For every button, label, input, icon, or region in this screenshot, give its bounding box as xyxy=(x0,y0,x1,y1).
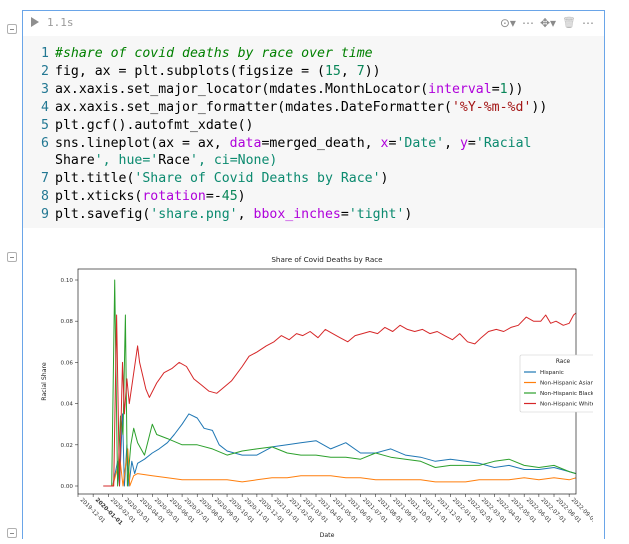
code-text: plt.savefig('share.png', bbox_inches='ti… xyxy=(55,207,413,223)
code-text: sns.lineplot(ax = ax, data=merged_death,… xyxy=(55,135,532,151)
y-tick-label: 0.00 xyxy=(61,484,74,490)
code-line: 1 #share of covid deaths by race over tim… xyxy=(23,45,373,63)
legend-label: Non-Hispanic Black xyxy=(540,391,593,397)
code-line: Share', hue='Race', ci=None) xyxy=(23,152,277,170)
legend-label: Hispanic xyxy=(540,370,564,376)
line-number: 6 xyxy=(41,135,49,151)
cell-toolbar: ⊙▾ ⋯ ✥▾ 🗑 ⋯ xyxy=(500,15,594,31)
fold-icon[interactable] xyxy=(7,528,17,538)
line-chart: Share of Covid Deaths by Race 0.00 0.02 0.0… xyxy=(41,255,607,539)
execution-time: 1.1s xyxy=(47,16,74,29)
cell-output: Share of Covid Deaths by Race 0.00 0.02 0.0… xyxy=(23,228,607,540)
code-line: 4 ax.xaxis.set_major_formatter(mdates.Dat… xyxy=(23,99,547,117)
code-line: 9 plt.savefig('share.png', bbox_inches='t… xyxy=(23,206,412,224)
series-line xyxy=(103,279,577,487)
code-line: 5 plt.gcf().autofmt_xdate() xyxy=(23,117,254,135)
series-line xyxy=(103,413,577,487)
code-line: 2 fig, ax = plt.subplots(figsize = (15, 7… xyxy=(23,63,381,81)
code-editor[interactable]: 1 #share of covid deaths by race over tim… xyxy=(23,36,604,229)
cell-gutter xyxy=(0,0,22,539)
code-line: 8 plt.xticks(rotation=-45) xyxy=(23,188,246,206)
y-tick-label: 0.02 xyxy=(61,443,73,449)
code-text: Share', hue='Race', ci=None) xyxy=(55,153,278,169)
line-number: 2 xyxy=(41,63,49,79)
code-line: 7 plt.title('Share of Covid Deaths by Rac… xyxy=(23,170,389,188)
code-text: fig, ax = plt.subplots(figsize = (15, 7)… xyxy=(55,63,381,79)
code-text: plt.xticks(rotation=-45) xyxy=(55,189,246,205)
fold-icon[interactable] xyxy=(7,252,17,262)
chart-title: Share of Covid Deaths by Race xyxy=(271,255,383,264)
legend-label: Non-Hispanic Asian xyxy=(540,381,593,387)
code-text: ax.xaxis.set_major_formatter(mdates.Date… xyxy=(55,99,548,115)
code-line: 3 ax.xaxis.set_major_locator(mdates.Month… xyxy=(23,81,524,99)
line-number: 8 xyxy=(41,189,49,205)
code-text: plt.gcf().autofmt_xdate() xyxy=(55,117,254,133)
line-number: 5 xyxy=(41,117,49,133)
eye-icon[interactable]: ⊙▾ xyxy=(500,15,516,31)
line-number: 1 xyxy=(41,46,49,61)
code-line: 6 sns.lineplot(ax = ax, data=merged_death… xyxy=(23,135,531,153)
legend-title: Race xyxy=(556,359,571,365)
line-number: 4 xyxy=(41,99,49,115)
puzzle-icon[interactable]: ✥▾ xyxy=(540,15,556,31)
line-number: 7 xyxy=(41,171,49,187)
y-axis-label: Racial Share xyxy=(41,362,48,401)
y-tick-label: 0.10 xyxy=(61,278,74,284)
x-axis-label: Date xyxy=(320,532,335,539)
line-number: 3 xyxy=(41,81,49,97)
more-horizontal-icon[interactable]: ⋯ xyxy=(522,15,534,31)
series-line xyxy=(103,448,577,487)
cell-header: 1.1s ⊙▾ ⋯ ✥▾ 🗑 ⋯ xyxy=(23,11,604,36)
fold-icon[interactable] xyxy=(7,24,17,34)
run-cell-icon[interactable] xyxy=(31,17,39,27)
y-tick-label: 0.08 xyxy=(61,319,74,325)
code-text: ax.xaxis.set_major_locator(mdates.MonthL… xyxy=(55,81,524,97)
plot-output: Share of Covid Deaths by Race 0.00 0.02 0.0… xyxy=(33,240,607,540)
more-vertical-icon[interactable]: ⋯ xyxy=(582,15,594,31)
trash-icon[interactable]: 🗑 xyxy=(562,15,576,31)
code-text: #share of covid deaths by race over time xyxy=(55,46,373,61)
code-text: plt.title('Share of Covid Deaths by Race… xyxy=(55,171,389,187)
line-number: 9 xyxy=(41,207,49,223)
legend-label: Non-Hispanic White xyxy=(540,402,593,408)
notebook-cell[interactable]: 1.1s ⊙▾ ⋯ ✥▾ 🗑 ⋯ 1 #share of covid deaths… xyxy=(22,10,607,540)
y-tick-label: 0.04 xyxy=(61,402,74,408)
y-tick-label: 0.06 xyxy=(61,360,74,366)
